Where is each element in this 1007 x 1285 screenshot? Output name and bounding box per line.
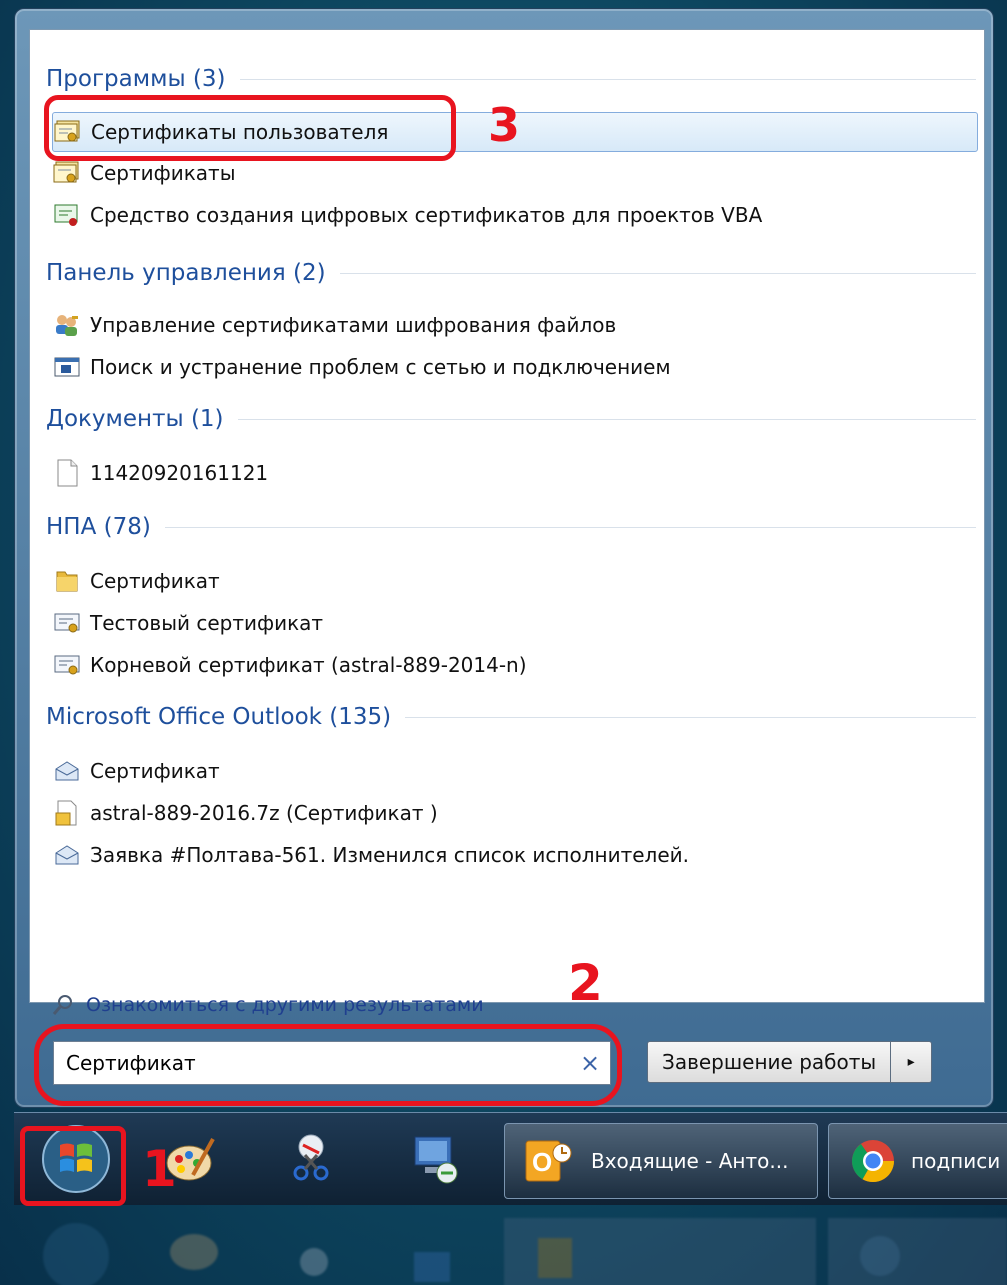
group-heading-label: Панель управления (2)	[46, 260, 326, 286]
result-item-document[interactable]: 11420920161121	[52, 454, 978, 492]
result-item-label: 11420920161121	[90, 461, 269, 485]
result-item-label: Сертификат	[90, 569, 220, 593]
result-item-file-encryption-certs[interactable]: Управление сертификатами шифрования файл…	[52, 306, 978, 344]
result-item-label: Сертификаты	[90, 161, 236, 185]
task-label: Входящие - Анто...	[591, 1149, 789, 1173]
result-item-outlook-request[interactable]: Заявка #Полтава-561. Изменился список ис…	[52, 836, 978, 874]
group-heading-label: Microsoft Office Outlook (135)	[46, 704, 392, 730]
group-divider	[339, 272, 976, 274]
group-heading-documents[interactable]: Документы (1)	[46, 404, 976, 434]
group-heading-npa[interactable]: НПА (78)	[46, 512, 976, 542]
result-item-label: Корневой сертификат (astral-889-2014-n)	[90, 653, 527, 677]
result-item-test-certificate[interactable]: Тестовый сертификат	[52, 604, 978, 642]
taskbar-reflection-shapes	[14, 1206, 1007, 1285]
certificate-icon	[52, 608, 82, 638]
group-heading-control-panel[interactable]: Панель управления (2)	[46, 258, 976, 288]
users-key-icon	[52, 310, 82, 340]
taskbar-task-chrome[interactable]: подписи	[828, 1123, 1007, 1199]
shutdown-button[interactable]: Завершение работы	[647, 1041, 892, 1083]
taskbar-reflection	[14, 1206, 1007, 1285]
result-item-label: Управление сертификатами шифрования файл…	[90, 313, 617, 337]
remote-desktop-pinned-button[interactable]	[400, 1119, 470, 1199]
svg-text:O: O	[532, 1147, 552, 1177]
folder-icon	[52, 566, 82, 596]
scissors-icon	[293, 1134, 329, 1181]
group-heading-label: НПА (78)	[46, 514, 151, 540]
email-icon	[52, 756, 82, 786]
certificate-folder-icon	[52, 158, 82, 188]
result-item-network-troubleshoot[interactable]: Поиск и устранение проблем с сетью и под…	[52, 348, 978, 386]
group-divider	[164, 526, 976, 528]
annotation-number-1: 1	[142, 1140, 177, 1198]
result-item-certificate-folder[interactable]: Сертификат	[52, 562, 978, 600]
annotation-highlight-start	[20, 1126, 126, 1206]
certificate-icon	[52, 650, 82, 680]
digital-certificate-icon	[52, 200, 82, 230]
result-item-label: Средство создания цифровых сертификатов …	[90, 203, 763, 227]
result-item-outlook-certificate[interactable]: Сертификат	[52, 752, 978, 790]
group-heading-programs[interactable]: Программы (3)	[46, 64, 976, 94]
annotation-highlight-search	[34, 1024, 622, 1106]
snipping-tool-pinned-button[interactable]	[276, 1119, 346, 1199]
group-divider	[237, 418, 976, 420]
search-icon	[48, 990, 78, 1020]
group-heading-label: Программы (3)	[46, 66, 226, 92]
email-icon	[52, 840, 82, 870]
group-divider	[239, 78, 976, 80]
result-item-root-certificate[interactable]: Корневой сертификат (astral-889-2014-n)	[52, 646, 978, 684]
annotation-number-3: 3	[488, 98, 521, 152]
outlook-icon: O	[519, 1139, 579, 1183]
shutdown-options-arrow-icon[interactable]: ▸	[891, 1041, 933, 1083]
shutdown-control: Завершение работы ▸	[647, 1041, 933, 1083]
chrome-icon	[843, 1137, 903, 1185]
more-results-link[interactable]: Ознакомиться с другими результатами	[48, 988, 484, 1022]
group-heading-label: Документы (1)	[46, 406, 224, 432]
document-icon	[52, 458, 82, 488]
more-results-label: Ознакомиться с другими результатами	[86, 994, 484, 1016]
result-item-label: astral-889-2016.7z (Сертификат )	[90, 801, 438, 825]
task-label: подписи	[911, 1149, 1001, 1173]
search-results-panel: Программы (3) Сертификаты пользователя С…	[29, 29, 985, 1016]
taskbar-task-outlook[interactable]: O Входящие - Анто...	[504, 1123, 818, 1199]
group-divider	[405, 716, 976, 718]
result-item-archive-attachment[interactable]: astral-889-2016.7z (Сертификат )	[52, 794, 978, 832]
group-heading-outlook[interactable]: Microsoft Office Outlook (135)	[46, 702, 976, 732]
result-item-label: Заявка #Полтава-561. Изменился список ис…	[90, 843, 689, 867]
remote-desktop-icon	[414, 1136, 458, 1184]
start-menu: Программы (3) Сертификаты пользователя С…	[14, 8, 994, 1108]
result-item-label: Тестовый сертификат	[90, 611, 324, 635]
annotation-highlight-result	[44, 95, 456, 161]
archive-attachment-icon	[52, 798, 82, 828]
result-item-label: Поиск и устранение проблем с сетью и под…	[90, 355, 671, 379]
result-item-vba-certificate-tool[interactable]: Средство создания цифровых сертификатов …	[52, 196, 978, 234]
annotation-number-2: 2	[568, 954, 603, 1012]
network-troubleshoot-icon	[52, 352, 82, 382]
result-item-label: Сертификат	[90, 759, 220, 783]
